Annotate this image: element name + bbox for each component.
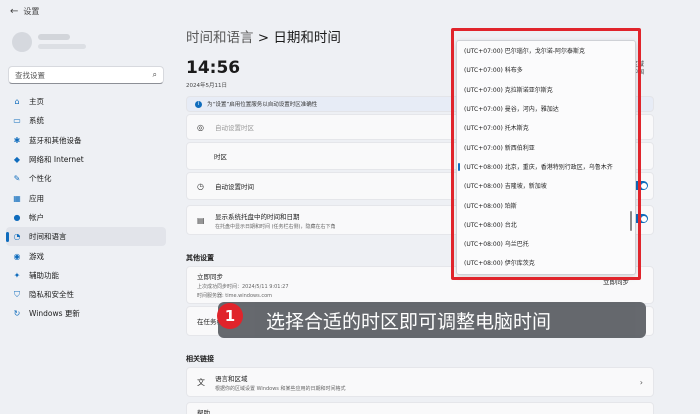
tray-sub: 在托盘中显示日期和时间 (任务栏右侧)，隐藏在右下角 [215,223,336,230]
breadcrumb-parent[interactable]: 时间和语言 [186,30,254,46]
accessibility-icon: ✦ [13,270,21,280]
info-icon: i [195,100,202,108]
timezone-option[interactable]: (UTC+07:00) 新西伯利亚 [457,137,635,156]
timezone-option[interactable]: (UTC+08:00) 乌兰巴托 [457,234,635,253]
language-icon: 文 [197,377,205,387]
auto-time-label: 自动设置时间 [215,183,254,191]
sidebar-item-label: 时间和语言 [29,232,67,242]
sidebar-item-account[interactable]: ● 帐户 [6,208,166,227]
sidebar-item-label: 蓝牙和其他设备 [29,135,82,145]
shield-icon: ⛉ [14,289,20,299]
timezone-option[interactable]: (UTC+08:00) 珀斯 [457,195,635,214]
timezone-label: 时区 [214,153,227,161]
instruction-callout: 选择合适的时区即可调整电脑时间 [218,302,646,338]
sidebar-item-accessibility[interactable]: ✦ 辅助功能 [6,266,166,285]
globe-icon: ◎ [197,122,204,132]
sidebar-item-label: 主页 [29,97,44,107]
sidebar-item-label: 游戏 [29,251,44,261]
sidebar-item-system[interactable]: ▭ 系统 [6,111,166,130]
sidebar-item-globe-clock[interactable]: ◔ 时间和语言 [6,227,166,247]
account-name-blurred [38,34,70,40]
sidebar-item-label: 个性化 [29,174,52,184]
current-time: 14:56 [186,58,241,78]
auto-timezone-label: 自动设置时区 [215,124,254,132]
section-related-links: 相关链接 [186,355,214,363]
sidebar-item-home[interactable]: ⌂ 主页 [6,92,166,111]
sidebar-item-label: 网络和 Internet [29,155,84,165]
timezone-option[interactable]: (UTC+07:00) 巴尔瑙尔，戈尔诺-阿尔泰斯克 [457,41,635,60]
window-title: 设置 [23,7,40,16]
breadcrumb: 时间和语言 > 日期和时间 [186,26,341,46]
timezone-option[interactable]: (UTC+08:00) 伊尔库茨克 [457,253,635,272]
sidebar-item-brush[interactable]: ✎ 个性化 [6,169,166,188]
tray-label: 显示系统托盘中的时间和日期 [215,212,300,221]
sidebar-item-label: Windows 更新 [29,309,80,319]
search-placeholder: 查找设置 [15,70,45,80]
sidebar-item-label: 辅助功能 [29,270,59,280]
sidebar-item-label: 帐户 [29,212,44,222]
sidebar-item-label: 隐私和安全性 [29,290,74,300]
sync-server: 时间服务器: time.windows.com [197,293,273,299]
account-icon: ● [13,212,21,222]
update-icon: ↻ [13,309,21,319]
home-icon: ⌂ [14,97,20,107]
timezone-option[interactable]: (UTC+08:00) 吉隆坡，新加坡 [457,176,635,195]
globe-clock-icon: ◔ [13,232,21,242]
timezone-dropdown-list[interactable]: (UTC+07:00) 巴尔瑙尔，戈尔诺-阿尔泰斯克 (UTC+07:00) 科布… [456,40,636,275]
chevron-right-icon: › [639,377,643,387]
language-region-row[interactable]: 文 语言和区域 根据你的区域设置 Windows 和某些应用的日期和时间格式 › [186,367,654,397]
language-region-sub: 根据你的区域设置 Windows 和某些应用的日期和时间格式 [215,385,346,392]
bluetooth-icon: ✱ [13,135,21,145]
breadcrumb-separator: > [257,30,270,46]
language-region-label: 语言和区域 [215,374,248,383]
search-input[interactable]: 查找设置 ⌕ [8,66,164,84]
system-icon: ▭ [13,116,21,126]
sidebar-item-label: 应用 [29,193,44,203]
sidebar-item-shield[interactable]: ⛉ 隐私和安全性 [6,285,166,304]
window-title-bar: ← 设置 [10,6,39,17]
timezone-option[interactable]: (UTC+07:00) 曼谷，河内，雅加达 [457,99,635,118]
step-number-badge: 1 [217,303,243,329]
calendar-icon: ▤ [197,215,205,225]
help-row[interactable]: 帮助 [186,402,654,414]
dropdown-scrollbar[interactable] [630,211,632,231]
sidebar-item-bluetooth[interactable]: ✱ 蓝牙和其他设备 [6,131,166,150]
section-other-settings: 其他设置 [186,254,214,262]
timezone-option[interactable]: (UTC+07:00) 托木斯克 [457,118,635,137]
sidebar-item-wifi[interactable]: ◆ 网络和 Internet [6,150,166,169]
sidebar-item-update[interactable]: ↻ Windows 更新 [6,304,166,323]
sync-now-button[interactable]: 立即同步 [603,276,629,286]
current-date: 2024年5月11日 [186,83,227,89]
page-title: 日期和时间 [273,30,341,46]
brush-icon: ✎ [13,174,21,184]
timezone-option[interactable]: (UTC+08:45) 尤克拉 [457,273,635,274]
timezone-option[interactable]: (UTC+07:00) 克拉斯诺亚尔斯克 [457,80,635,99]
game-icon: ◉ [13,251,21,261]
clock-icon: ◷ [197,181,204,191]
sidebar-item-apps[interactable]: ▦ 应用 [6,188,166,207]
sync-label: 立即同步 [197,273,223,281]
help-label: 帮助 [197,409,210,414]
sidebar-item-label: 系统 [29,116,44,126]
sync-last-time: 上次成功同步时间：2024/5/11 9:01:27 [197,284,289,290]
sidebar-nav: ⌂ 主页 ▭ 系统 ✱ 蓝牙和其他设备 ◆ 网络和 Internet ✎ 个性化 ▦ 应用 ● 帐户 ◔ 时间… [6,92,166,324]
info-banner-text: 为“设置”启用位置服务以自动设置时区准确性 [207,102,318,108]
avatar[interactable] [12,32,32,52]
callout-text: 选择合适的时区即可调整电脑时间 [266,310,552,333]
timezone-option[interactable]: (UTC+08:00) 北京，重庆，香港特别行政区，乌鲁木齐 [457,157,635,176]
sidebar-item-game[interactable]: ◉ 游戏 [6,246,166,265]
account-email-blurred [38,44,86,49]
back-arrow-icon[interactable]: ← [10,6,18,17]
timezone-option[interactable]: (UTC+08:00) 台北 [457,215,635,234]
search-icon: ⌕ [152,70,157,79]
wifi-icon: ◆ [13,155,21,165]
apps-icon: ▦ [13,193,21,203]
timezone-option[interactable]: (UTC+07:00) 科布多 [457,60,635,79]
